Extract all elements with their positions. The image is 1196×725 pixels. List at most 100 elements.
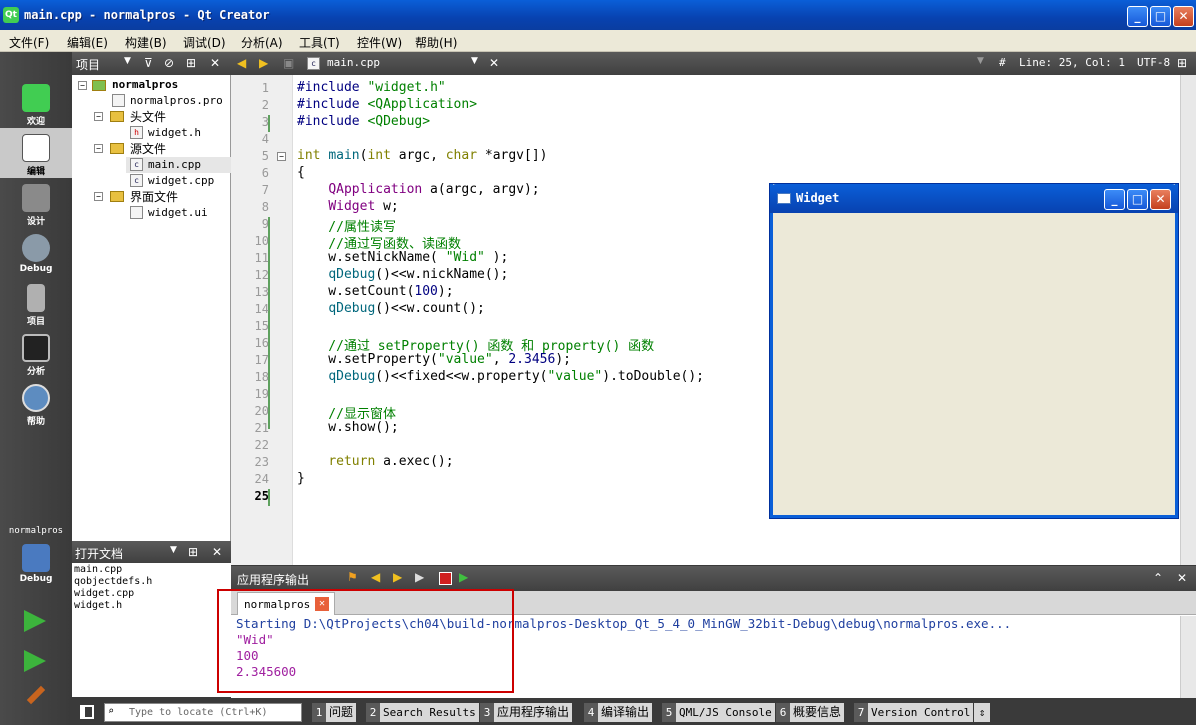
mode-edit[interactable]: 编辑 — [0, 128, 72, 178]
build-hammer-icon[interactable] — [26, 685, 46, 705]
link-icon[interactable]: ⊘ — [164, 56, 174, 70]
widget-maximize-button[interactable]: □ — [1127, 189, 1148, 210]
line-number: 7 — [261, 183, 269, 197]
menu-build[interactable]: 构建(B) — [125, 34, 167, 51]
cursor-position[interactable]: Line: 25, Col: 1 — [1019, 56, 1125, 69]
filter-icon[interactable]: ⊽ — [144, 56, 153, 70]
menu-help[interactable]: 帮助(H) — [415, 34, 457, 51]
pane-button-qml-console[interactable]: 5 QML/JS Console — [662, 703, 775, 722]
menu-debug[interactable]: 调试(D) — [183, 34, 226, 51]
line-number: 15 — [254, 319, 269, 333]
mode-help[interactable]: 帮助 — [0, 378, 72, 428]
change-marker — [268, 489, 270, 506]
prev-icon[interactable]: ◀ — [371, 570, 380, 584]
stop-icon[interactable] — [439, 572, 452, 585]
debug-run-icon[interactable] — [24, 650, 46, 672]
close-pane-icon[interactable]: ✕ — [212, 545, 222, 559]
collapse-icon[interactable]: − — [94, 112, 103, 121]
pane-button-compile-output[interactable]: 4 编译输出 — [584, 703, 653, 722]
menu-file[interactable]: 文件(F) — [9, 34, 49, 51]
menu-tools[interactable]: 工具(T) — [299, 34, 340, 51]
analyze-icon — [22, 334, 50, 362]
open-doc-item[interactable]: main.cpp — [74, 564, 122, 575]
tree-item-project[interactable]: normalpros — [112, 78, 178, 91]
encoding[interactable]: UTF-8 — [1137, 56, 1170, 69]
menu-widgets[interactable]: 控件(W) — [357, 34, 402, 51]
widget-title-bar[interactable]: Widget _ □ ✕ — [770, 184, 1178, 213]
tree-item-main-cpp[interactable]: main.cpp — [148, 158, 201, 171]
close-pane-icon[interactable]: ✕ — [1177, 571, 1187, 585]
code-line: #include <QDebug> — [297, 114, 431, 129]
fold-icon[interactable]: − — [277, 152, 286, 161]
menu-edit[interactable]: 编辑(E) — [67, 34, 108, 51]
line-number-current: 25 — [254, 489, 269, 503]
widget-minimize-button[interactable]: _ — [1104, 189, 1125, 210]
pane-button-version-control[interactable]: 7 Version Control — [854, 703, 974, 722]
pane-button-issues[interactable]: 1 问题 — [312, 703, 357, 722]
open-docs-list: main.cpp qobjectdefs.h widget.cpp widget… — [72, 563, 231, 697]
mode-debug[interactable]: Debug — [0, 228, 72, 278]
dropdown-arrow-icon[interactable]: ▼ — [124, 56, 131, 66]
project-icon — [92, 80, 106, 91]
open-doc-item[interactable]: widget.cpp — [74, 588, 134, 599]
attach-icon[interactable]: ⚑ — [347, 570, 358, 584]
tree-item-sources[interactable]: 源文件 — [130, 140, 166, 157]
minimize-button[interactable]: _ — [1127, 6, 1148, 27]
window-icon — [777, 193, 791, 204]
maximize-pane-icon[interactable]: ⌃ — [1153, 571, 1163, 585]
code-line: w.setCount(100); — [297, 284, 454, 299]
collapse-icon[interactable]: − — [94, 192, 103, 201]
widget-close-button[interactable]: ✕ — [1150, 189, 1171, 210]
symbol-dropdown-icon[interactable]: ▼ — [977, 56, 984, 66]
tree-item-widget-ui[interactable]: widget.ui — [148, 206, 208, 219]
split-icon[interactable]: ⊞ — [188, 545, 198, 559]
debug-attach-icon[interactable]: ▶ — [459, 570, 468, 584]
mode-analyze[interactable]: 分析 — [0, 328, 72, 378]
project-panel-header: 项目 ▼ ⊽ ⊘ ⊞ ✕ — [72, 52, 231, 75]
editor-file-name[interactable]: main.cpp — [327, 56, 380, 69]
kit-project-label: normalpros — [8, 526, 64, 536]
more-panes-icon[interactable]: ⇕ — [974, 703, 990, 722]
pane-button-search[interactable]: 2 Search Results — [366, 703, 479, 722]
forward-arrow-icon[interactable]: ▶ — [259, 56, 268, 70]
open-doc-item[interactable]: qobjectdefs.h — [74, 576, 152, 587]
widget-window[interactable]: Widget _ □ ✕ — [770, 184, 1178, 518]
line-number: 16 — [254, 336, 269, 350]
locator-input[interactable]: ⌕ Type to locate (Ctrl+K) — [104, 703, 302, 722]
split-icon[interactable]: ⊞ — [186, 56, 196, 70]
output-pane-title: 应用程序输出 — [237, 573, 310, 587]
tree-item-widget-cpp[interactable]: widget.cpp — [148, 174, 214, 187]
tree-item-widget-h[interactable]: widget.h — [148, 126, 201, 139]
close-pane-icon[interactable]: ✕ — [210, 56, 220, 70]
file-dropdown-icon[interactable]: ▼ — [471, 56, 478, 66]
cpp-file-icon: c — [130, 174, 143, 187]
output-scrollbar[interactable] — [1180, 616, 1196, 698]
collapse-icon[interactable]: − — [94, 144, 103, 153]
tree-item-headers[interactable]: 头文件 — [130, 108, 166, 125]
rerun-icon[interactable]: ▶ — [415, 570, 424, 584]
tree-item-forms[interactable]: 界面文件 — [130, 188, 178, 205]
pane-button-app-output[interactable]: 3 应用程序输出 — [480, 703, 573, 722]
collapse-icon[interactable]: − — [78, 81, 87, 90]
line-number: 13 — [254, 285, 269, 299]
mode-design[interactable]: 设计 — [0, 178, 72, 228]
maximize-button[interactable]: □ — [1150, 6, 1171, 27]
run-icon[interactable] — [24, 610, 46, 632]
open-doc-item[interactable]: widget.h — [74, 600, 122, 611]
mode-projects[interactable]: 项目 — [0, 278, 72, 328]
open-docs-header: 打开文档 ▼ ⊞ ✕ — [72, 541, 231, 563]
mode-welcome[interactable]: 欢迎 — [0, 78, 72, 128]
editor-scrollbar[interactable] — [1180, 75, 1196, 565]
split-icon[interactable]: ⊞ — [1177, 56, 1187, 70]
close-file-icon[interactable]: ✕ — [489, 56, 499, 70]
sidebar-toggle-icon[interactable] — [80, 705, 94, 719]
kit-selector[interactable]: Debug — [0, 538, 72, 588]
back-arrow-icon[interactable]: ◀ — [237, 56, 246, 70]
tree-item-pro[interactable]: normalpros.pro — [130, 94, 223, 107]
dropdown-arrow-icon[interactable]: ▼ — [170, 545, 177, 555]
menu-analyze[interactable]: 分析(A) — [241, 34, 283, 51]
folder-icon — [110, 191, 124, 202]
close-button[interactable]: ✕ — [1173, 6, 1194, 27]
pane-button-general-messages[interactable]: 6 概要信息 — [776, 703, 845, 722]
next-icon[interactable]: ▶ — [393, 570, 402, 584]
